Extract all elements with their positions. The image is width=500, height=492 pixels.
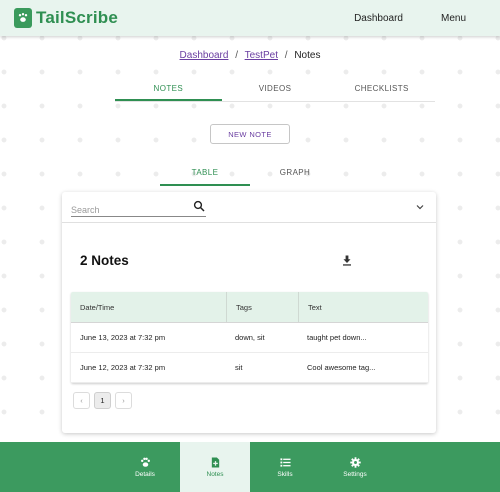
breadcrumb-pet-link[interactable]: TestPet [245, 50, 278, 61]
top-app-bar: TailScribe Dashboard Menu [0, 0, 500, 36]
breadcrumb-separator: / [284, 50, 288, 61]
bottom-nav-label: Details [135, 470, 155, 478]
bottom-nav-label: Settings [343, 470, 367, 478]
nav-dashboard-link[interactable]: Dashboard [354, 13, 403, 24]
app-logo[interactable]: TailScribe [14, 8, 118, 28]
nav-menu-link[interactable]: Menu [441, 13, 466, 24]
notes-count-title: 2 Notes [80, 253, 129, 268]
tab-checklists[interactable]: CHECKLISTS [328, 78, 435, 101]
notes-table: Date/Time Tags Text June 13, 2023 at 7:3… [71, 292, 428, 383]
table-row[interactable]: June 12, 2023 at 7:32 pm sit Cool awesom… [71, 353, 428, 383]
bottom-nav-label: Notes [206, 470, 224, 478]
bottom-nav-label: Skills [277, 470, 293, 478]
column-header-tags[interactable]: Tags [226, 292, 298, 322]
bottom-navigation: Details Notes Skills Settings [0, 442, 500, 492]
search-input[interactable] [71, 203, 183, 217]
cell-datetime: June 12, 2023 at 7:32 pm [80, 363, 166, 372]
cell-text: taught pet down... [307, 333, 367, 342]
bottom-nav-notes[interactable]: Notes [180, 442, 250, 492]
view-tabs: TABLE GRAPH [160, 162, 340, 186]
notes-panel: 2 Notes Date/Time Tags Text June 13, 202… [62, 192, 436, 433]
search-field [71, 200, 206, 217]
column-header-text[interactable]: Text [298, 292, 428, 322]
breadcrumb: Dashboard / TestPet / Notes [0, 50, 500, 61]
tab-graph[interactable]: GRAPH [250, 162, 340, 186]
top-nav: Dashboard Menu [354, 13, 466, 24]
tab-videos[interactable]: VIDEOS [222, 78, 329, 101]
search-bar [62, 192, 436, 223]
section-tabs: NOTES VIDEOS CHECKLISTS [115, 78, 435, 102]
next-page-button[interactable]: › [115, 392, 132, 409]
tab-notes[interactable]: NOTES [115, 78, 222, 101]
gear-icon [349, 456, 361, 468]
cell-datetime: June 13, 2023 at 7:32 pm [80, 333, 166, 342]
page-1-button[interactable]: 1 [94, 392, 111, 409]
breadcrumb-current: Notes [294, 50, 321, 61]
bottom-nav-settings[interactable]: Settings [320, 442, 390, 492]
new-note-button[interactable]: NEW NOTE [210, 124, 290, 144]
search-icon[interactable] [193, 200, 205, 212]
chevron-down-icon[interactable] [415, 202, 425, 212]
note-add-icon [211, 456, 219, 468]
breadcrumb-separator: / [235, 50, 239, 61]
pagination: ‹ 1 › [73, 392, 132, 409]
column-header-datetime[interactable]: Date/Time [71, 292, 226, 322]
app-name: TailScribe [36, 8, 118, 27]
table-row[interactable]: June 13, 2023 at 7:32 pm down, sit taugh… [71, 323, 428, 353]
download-icon[interactable] [342, 255, 352, 266]
cell-tags: sit [235, 363, 243, 372]
prev-page-button[interactable]: ‹ [73, 392, 90, 409]
list-icon [279, 457, 291, 467]
paw-icon [140, 457, 150, 467]
breadcrumb-dashboard-link[interactable]: Dashboard [180, 50, 229, 61]
bottom-nav-spacer [0, 442, 110, 492]
tab-table[interactable]: TABLE [160, 162, 250, 186]
paw-note-logo-icon [14, 8, 32, 28]
cell-tags: down, sit [235, 333, 265, 342]
bottom-nav-skills[interactable]: Skills [250, 442, 320, 492]
table-header: Date/Time Tags Text [71, 292, 428, 323]
bottom-nav-details[interactable]: Details [110, 442, 180, 492]
cell-text: Cool awesome tag... [307, 363, 376, 372]
